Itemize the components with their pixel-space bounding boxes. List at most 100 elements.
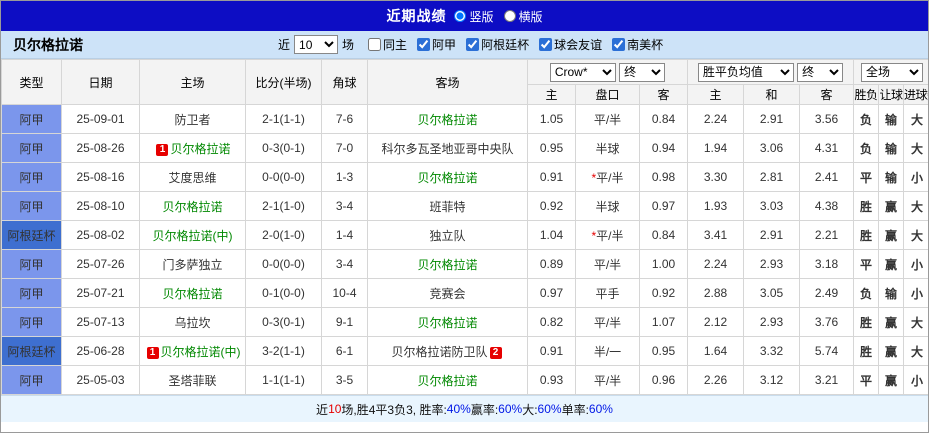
outcome-cell: 胜	[853, 220, 879, 250]
avg-away-cell: 3.76	[799, 307, 854, 337]
outcome-cell: 胜	[853, 336, 879, 366]
avg-away-cell: 3.21	[799, 365, 854, 395]
summary-segment: 60%	[537, 402, 562, 416]
odds-home-cell: 0.89	[527, 249, 576, 279]
handicap-cell: 半/一	[575, 336, 640, 366]
team-name: 艾度思维	[168, 170, 217, 185]
handicap-outcome-cell: 输	[878, 278, 904, 308]
handicap-cell: *平/半	[575, 220, 640, 250]
sub-header-handicap: 盘口	[575, 84, 640, 105]
filter-checkbox-argentina-cup[interactable]: 阿根廷杯	[466, 36, 529, 53]
odds-away-cell: 0.96	[639, 365, 688, 395]
league-cell: 阿甲	[1, 104, 62, 134]
team-name: 圣塔菲联	[168, 373, 217, 388]
filter-checkbox-argentina-primera[interactable]: 阿甲	[417, 36, 456, 53]
avg-final-select[interactable]: 终	[797, 62, 844, 82]
recent-results-window: 近期战绩 竖版 横版 贝尔格拉诺 近 10 场 同主 阿甲 阿根廷杯 球会友谊 南美杯 类…	[0, 0, 929, 433]
summary-segment: 单率:	[561, 402, 589, 417]
col-header-corner: 角球	[321, 59, 368, 105]
fulltime-select[interactable]: 全场	[861, 62, 923, 82]
odds-away-cell: 0.84	[639, 220, 688, 250]
handicap-cell: 平/半	[575, 104, 640, 134]
avg-home-cell: 2.26	[687, 365, 744, 395]
score-cell: 1-1(1-1)	[245, 365, 322, 395]
team-name: 贝尔格拉诺(中)	[160, 344, 241, 359]
summary-segment: 场,胜4平3负3, 胜率:	[341, 402, 447, 417]
filter-checkbox-copa-sudamericana[interactable]: 南美杯	[612, 36, 663, 53]
away-team-cell: 贝尔格拉诺防卫队 2	[367, 336, 528, 366]
sub-header-avg-away: 客	[799, 84, 854, 105]
avg-draw-cell: 2.93	[743, 307, 800, 337]
layout-radio-horizontal[interactable]: 横版	[503, 8, 543, 25]
layout-radio-input-horizontal[interactable]	[503, 10, 516, 22]
header-group-row: 类型 日期 主场 比分(半场) 角球 客场 Crow* 终 胜平负均值 终 全场	[1, 59, 928, 105]
corner-cell: 3-4	[321, 191, 368, 221]
summary-segment: 大:	[522, 402, 538, 417]
filter-checkbox-club-friendly[interactable]: 球会友谊	[539, 36, 602, 53]
sub-header-outcome: 胜负	[853, 84, 879, 105]
layout-radio-input-vertical[interactable]	[454, 10, 467, 22]
date-cell: 25-05-03	[61, 365, 140, 395]
avg-away-cell: 2.41	[799, 162, 854, 192]
handicap-cell: 平/半	[575, 307, 640, 337]
team-name: 贝尔格拉诺	[417, 170, 478, 185]
score-cell: 0-0(0-0)	[245, 249, 322, 279]
score-cell: 0-0(0-0)	[245, 162, 322, 192]
avg-draw-cell: 2.93	[743, 249, 800, 279]
away-team-cell: 贝尔格拉诺	[367, 307, 528, 337]
layout-radio-label: 竖版	[469, 9, 494, 24]
avg-away-cell: 5.74	[799, 336, 854, 366]
team-name: 贝尔格拉诺防卫队	[391, 344, 488, 359]
odds-home-cell: 0.82	[527, 307, 576, 337]
team-name: 独立队	[429, 228, 466, 243]
corner-cell: 1-4	[321, 220, 368, 250]
home-team-cell: 艾度思维	[139, 162, 246, 192]
results-body: 阿甲 25-09-01 防卫者 2-1(1-1) 7-6 贝尔格拉诺 1.05 平/半 0.84…	[1, 104, 928, 395]
odds-home-cell: 1.05	[527, 104, 576, 134]
odds-away-cell: 0.98	[639, 162, 688, 192]
team-name: 防卫者	[174, 112, 211, 127]
handicap-cell: 半球	[575, 191, 640, 221]
avg-away-cell: 2.21	[799, 220, 854, 250]
handicap-outcome-cell: 输	[878, 162, 904, 192]
goals-outcome-cell: 大	[903, 104, 928, 134]
avg-draw-cell: 2.91	[743, 104, 800, 134]
filter-checkbox-same-venue[interactable]: 同主	[368, 36, 407, 53]
table-row: 阿甲 25-08-26 1 贝尔格拉诺 0-3(0-1) 7-0 科尔多瓦圣地亚哥中央队 0.…	[1, 133, 928, 163]
date-cell: 25-07-13	[61, 307, 140, 337]
checkbox-label: 阿甲	[432, 38, 457, 52]
home-team-cell: 贝尔格拉诺	[139, 278, 246, 308]
avg-type-select[interactable]: 胜平负均值	[697, 62, 794, 82]
odds-provider-select[interactable]: Crow*	[549, 62, 616, 82]
outcome-cell: 平	[853, 365, 879, 395]
goals-outcome-cell: 大	[903, 220, 928, 250]
recent-count-select[interactable]: 10	[294, 35, 339, 54]
table-row: 阿根廷杯 25-06-28 1 贝尔格拉诺(中) 3-2(1-1) 6-1 贝尔格拉诺防卫队…	[1, 336, 928, 366]
odds-home-cell: 0.92	[527, 191, 576, 221]
layout-radio-vertical[interactable]: 竖版	[454, 8, 494, 25]
layout-radio-label: 横版	[518, 9, 543, 24]
handicap-outcome-cell: 赢	[878, 249, 904, 279]
col-header-home: 主场	[139, 59, 246, 105]
corner-cell: 7-6	[321, 104, 368, 134]
league-cell: 阿根廷杯	[1, 220, 62, 250]
handicap-star-mark: *	[591, 170, 597, 185]
checkbox-input-club-friendly[interactable]	[539, 38, 553, 51]
checkbox-input-same-venue[interactable]	[368, 38, 382, 51]
handicap-cell: 平手	[575, 278, 640, 308]
avg-home-cell: 2.88	[687, 278, 744, 308]
col-header-type: 类型	[1, 59, 62, 105]
filter-bar: 贝尔格拉诺 近 10 场 同主 阿甲 阿根廷杯 球会友谊 南美杯	[1, 31, 928, 59]
fulltime-group-header: 全场	[853, 59, 928, 85]
date-cell: 25-08-02	[61, 220, 140, 250]
odds-final-select[interactable]: 终	[619, 62, 666, 82]
outcome-cell: 平	[853, 162, 879, 192]
avg-home-cell: 2.24	[687, 249, 744, 279]
checkbox-input-argentina-primera[interactable]	[417, 38, 431, 51]
date-cell: 25-07-26	[61, 249, 140, 279]
table-row: 阿甲 25-07-13 乌拉坎 0-3(0-1) 9-1 贝尔格拉诺 0.82 平/半 1.07…	[1, 307, 928, 337]
checkbox-input-copa-sudamericana[interactable]	[612, 38, 626, 51]
checkbox-input-argentina-cup[interactable]	[466, 38, 480, 51]
recent-prefix-label: 近	[278, 38, 291, 52]
team-name: 贝尔格拉诺	[162, 199, 223, 214]
